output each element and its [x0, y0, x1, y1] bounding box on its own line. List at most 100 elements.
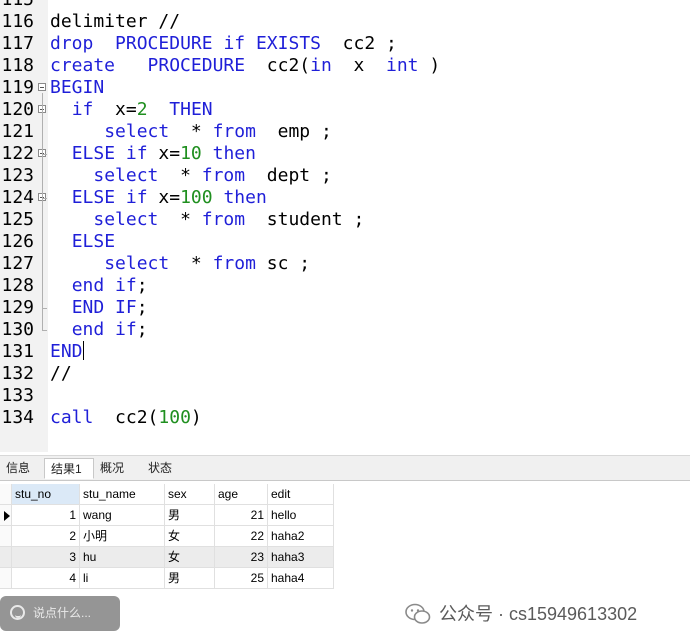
number-token: 100 — [180, 187, 213, 208]
keyword-token: from — [212, 253, 256, 274]
code-text: select * from student ; — [50, 209, 364, 231]
keyword-token: select — [104, 121, 170, 142]
table-cell[interactable]: haha2 — [268, 526, 334, 547]
keyword-token: if — [71, 99, 94, 120]
line-number: 122 — [1, 143, 34, 164]
code-text: drop PROCEDURE if EXISTS cc2 ; — [50, 33, 397, 55]
code-text: END — [50, 341, 84, 363]
code-text: delimiter // — [50, 11, 180, 33]
keyword-token: from — [201, 165, 246, 186]
tab-result1[interactable]: 结果1 — [44, 458, 94, 479]
table-cell[interactable]: 22 — [215, 526, 268, 547]
text-token: * — [169, 121, 213, 142]
table-cell[interactable]: 男 — [165, 505, 215, 526]
number-token: 2 — [136, 99, 148, 120]
row-selector[interactable] — [0, 547, 12, 568]
number-token: 10 — [180, 143, 202, 164]
table-cell[interactable]: wang — [80, 505, 165, 526]
keyword-token: IF — [115, 297, 137, 318]
row-selector[interactable] — [0, 526, 12, 547]
text-token: ; — [136, 319, 148, 340]
table-cell[interactable]: 女 — [165, 547, 215, 568]
keyword-token: if — [115, 319, 137, 340]
table-cell[interactable]: 25 — [215, 568, 268, 589]
fold-guide — [42, 115, 43, 154]
column-header[interactable]: age — [215, 484, 268, 505]
line-number: 121 — [1, 121, 34, 142]
table-cell[interactable]: 男 — [165, 568, 215, 589]
table-cell[interactable]: 4 — [12, 568, 80, 589]
tab-profile[interactable]: 概况 — [94, 458, 138, 479]
table-cell[interactable]: haha4 — [268, 568, 334, 589]
row-selector[interactable] — [0, 568, 12, 589]
code-text: END IF; — [50, 297, 148, 319]
tab-status[interactable]: 状态 — [142, 458, 186, 479]
table-cell[interactable]: 女 — [165, 526, 215, 547]
code-line: 128 end if; — [0, 275, 690, 297]
fold-guide-end — [42, 308, 47, 309]
fold-toggle-icon[interactable] — [38, 83, 46, 91]
table-cell[interactable]: 2 — [12, 526, 80, 547]
table-cell[interactable]: hello — [268, 505, 334, 526]
row-selector[interactable] — [0, 505, 12, 526]
line-number: 132 — [1, 363, 34, 384]
comment-input-overlay[interactable]: 说点什么... — [0, 596, 120, 631]
table-cell[interactable]: haha3 — [268, 547, 334, 568]
table-cell[interactable]: 23 — [215, 547, 268, 568]
text-token: x= — [147, 143, 181, 164]
column-header[interactable]: stu_no — [12, 484, 80, 505]
line-number: 134 — [1, 407, 34, 428]
code-line: 134 call cc2(100) — [0, 407, 690, 429]
line-number: 117 — [1, 33, 34, 54]
result-tab-bar: 信息 结果1 概况 状态 — [0, 455, 690, 481]
keyword-token: if — [115, 275, 137, 296]
code-line: 123 select * from dept ; — [0, 165, 690, 187]
keyword-token: then — [223, 187, 267, 208]
keyword-token: then — [212, 143, 256, 164]
table-cell[interactable]: hu — [80, 547, 165, 568]
code-line: 127 select * from sc ; — [0, 253, 690, 275]
text-token: * — [169, 253, 213, 274]
keyword-token: ELSE — [71, 187, 116, 208]
line-number: 125 — [1, 209, 34, 230]
code-text: create PROCEDURE cc2(in x int ) — [50, 55, 440, 77]
keyword-token: int — [386, 55, 419, 76]
keyword-token: create — [50, 55, 116, 76]
line-number: 130 — [1, 319, 34, 340]
column-header[interactable]: sex — [165, 484, 215, 505]
keyword-token: PROCEDURE — [115, 33, 213, 54]
table-cell[interactable]: 21 — [215, 505, 268, 526]
number-token: 100 — [158, 407, 191, 428]
column-header[interactable]: edit — [268, 484, 334, 505]
text-token: dept ; — [245, 165, 332, 186]
table-cell[interactable]: li — [80, 568, 165, 589]
text-token: ; — [136, 297, 148, 318]
keyword-token: end — [71, 275, 105, 296]
keyword-token: end — [71, 319, 105, 340]
line-number: 116 — [1, 11, 34, 32]
keyword-token: select — [93, 165, 159, 186]
table-cell[interactable]: 3 — [12, 547, 80, 568]
sql-editor[interactable]: 115116 delimiter // 117 drop PROCEDURE if E… — [0, 0, 690, 452]
keyword-token: if — [125, 143, 148, 164]
text-caret — [82, 341, 84, 360]
table-cell[interactable]: 小明 — [80, 526, 165, 547]
code-text: call cc2(100) — [50, 407, 202, 429]
column-header[interactable]: stu_name — [80, 484, 165, 505]
code-line: 129 END IF; — [0, 297, 690, 319]
code-text: end if; — [50, 319, 148, 341]
table-cell[interactable]: 1 — [12, 505, 80, 526]
line-number: 124 — [1, 187, 34, 208]
tab-info[interactable]: 信息 — [0, 458, 44, 479]
